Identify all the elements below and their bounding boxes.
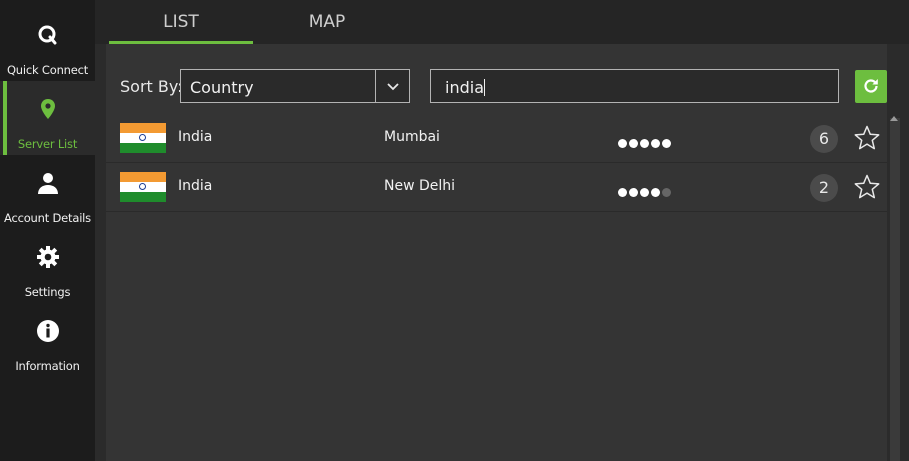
signal-dot-filled	[662, 139, 671, 148]
signal-dot-filled	[629, 139, 638, 148]
sidebar-item-settings[interactable]: Settings	[0, 229, 95, 303]
sidebar-item-label: Server List	[17, 137, 78, 151]
signal-strength	[618, 182, 673, 197]
server-city: New Delhi	[384, 178, 456, 194]
scroll-up-arrow-icon[interactable]	[890, 116, 898, 121]
sidebar-item-server-list[interactable]: Server List	[0, 81, 95, 155]
signal-dot-filled	[640, 139, 649, 148]
signal-dot-filled	[618, 139, 627, 148]
sidebar-item-label: Account Details	[4, 211, 91, 225]
refresh-button[interactable]	[855, 70, 887, 103]
location-pin-icon	[36, 97, 60, 121]
server-count-badge: 6	[810, 125, 838, 153]
tab-map[interactable]: MAP	[255, 0, 399, 44]
signal-dot-filled	[618, 188, 627, 197]
refresh-icon	[864, 79, 878, 93]
sidebar-item-label: Quick Connect	[6, 63, 89, 77]
signal-dot-filled	[651, 139, 660, 148]
quick-connect-icon	[36, 23, 60, 47]
sidebar-item-account-details[interactable]: Account Details	[0, 155, 95, 229]
signal-strength	[618, 133, 673, 148]
sort-by-select[interactable]: Country	[180, 69, 410, 103]
chevron-down-icon[interactable]	[386, 79, 400, 93]
server-country: India	[178, 129, 213, 145]
sidebar-item-quick-connect[interactable]: Quick Connect	[0, 7, 95, 81]
sort-by-label: Sort By:	[120, 77, 183, 96]
server-row[interactable]: India Mumbai 6	[106, 114, 887, 163]
signal-dot-filled	[629, 188, 638, 197]
tab-list[interactable]: LIST	[109, 0, 253, 44]
favorite-star-icon[interactable]	[854, 125, 880, 151]
sort-by-value: Country	[190, 78, 254, 97]
server-list-panel	[106, 44, 887, 461]
favorite-star-icon[interactable]	[854, 174, 880, 200]
sidebar-item-information[interactable]: Information	[0, 303, 95, 377]
signal-dot-filled	[640, 188, 649, 197]
signal-dot-filled	[651, 188, 660, 197]
select-divider	[375, 70, 376, 102]
server-city: Mumbai	[384, 129, 440, 145]
gear-icon	[36, 245, 60, 269]
search-input[interactable]: india	[430, 69, 839, 103]
user-icon	[36, 171, 60, 195]
india-flag-icon	[120, 172, 166, 202]
server-country: India	[178, 178, 213, 194]
search-input-value: india	[445, 78, 485, 97]
scrollbar-track[interactable]	[890, 118, 900, 461]
server-row[interactable]: India New Delhi 2	[106, 163, 887, 212]
india-flag-icon	[120, 123, 166, 153]
info-icon	[36, 319, 60, 343]
signal-dot-empty	[662, 188, 671, 197]
sidebar-item-label: Information	[15, 359, 80, 373]
tab-bar: LIST MAP	[95, 0, 909, 44]
server-count-badge: 2	[810, 174, 838, 202]
sidebar-item-label: Settings	[24, 285, 71, 299]
sidebar: Quick Connect Server List Account Detail…	[0, 0, 95, 461]
